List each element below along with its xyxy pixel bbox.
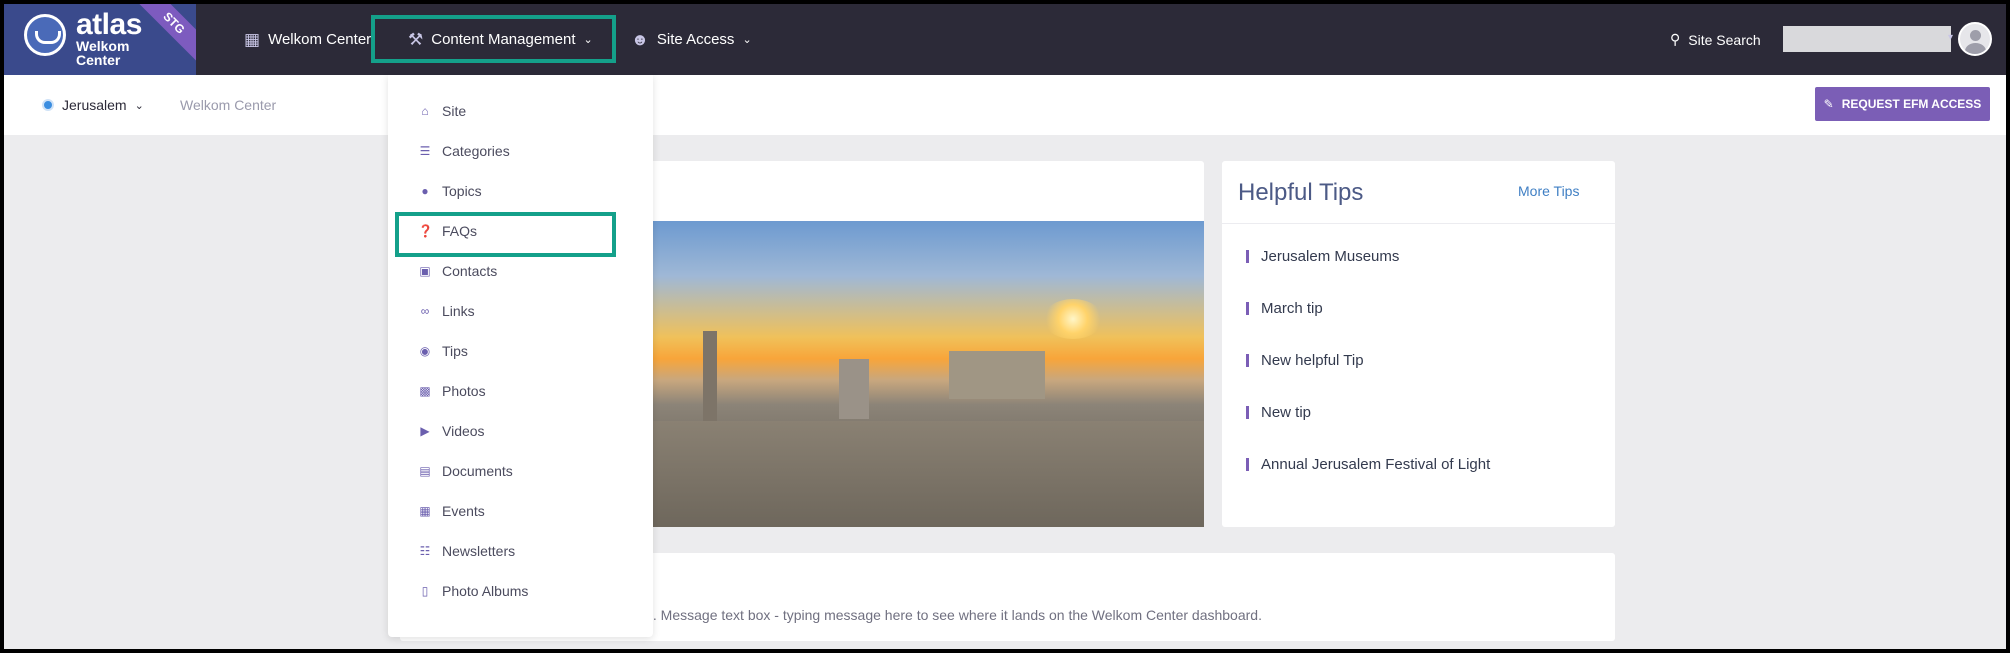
search-icon: ⚲ bbox=[1670, 31, 1681, 47]
content-management-dropdown: ⌂ Site ☰ Categories ● Topics ❓ FAQs ▣ Co… bbox=[388, 75, 653, 637]
newspaper-icon: ☷ bbox=[419, 544, 431, 558]
tip-item[interactable]: New helpful Tip bbox=[1246, 352, 1364, 369]
album-icon: ▯ bbox=[421, 584, 429, 598]
link-icon: ∞ bbox=[420, 304, 430, 318]
menu-item-label: Contacts bbox=[442, 263, 498, 279]
menu-item-videos[interactable]: ▶ Videos bbox=[418, 423, 485, 439]
tip-item[interactable]: Annual Jerusalem Festival of Light bbox=[1246, 456, 1490, 473]
tip-marker bbox=[1246, 406, 1249, 419]
tip-item[interactable]: March tip bbox=[1246, 300, 1323, 317]
menu-item-label: Links bbox=[442, 303, 475, 319]
chevron-down-icon: ⌄ bbox=[742, 34, 752, 46]
chevron-down-icon: ⌄ bbox=[134, 99, 144, 112]
user-menu-caret-icon[interactable]: ▾ bbox=[1948, 32, 1953, 43]
menu-item-label: Site bbox=[442, 103, 467, 119]
list-icon: ☰ bbox=[419, 144, 431, 158]
lightbulb-icon: ◉ bbox=[419, 344, 431, 358]
app-frame: atlas Welkom Center STG ▦ Welkom Center … bbox=[4, 4, 2006, 649]
menu-item-label: Photo Albums bbox=[442, 583, 529, 599]
tip-label: Annual Jerusalem Festival of Light bbox=[1261, 456, 1491, 473]
menu-item-site[interactable]: ⌂ Site bbox=[418, 103, 466, 119]
nav-site-access-label: Site Access bbox=[656, 31, 735, 48]
video-icon: ▶ bbox=[420, 424, 430, 438]
message-text: ld. Message text box - typing message he… bbox=[642, 607, 1262, 623]
sun-glow bbox=[1043, 299, 1103, 339]
nav-welkom-center-label: Welkom Center bbox=[268, 31, 372, 48]
chevron-down-icon: ⌄ bbox=[583, 34, 593, 46]
images-icon: ▩ bbox=[419, 384, 431, 398]
nav-content-management-label: Content Management bbox=[431, 31, 576, 48]
menu-item-label: Categories bbox=[442, 143, 510, 159]
document-icon: ▤ bbox=[419, 464, 431, 478]
people-board-icon: ▦ bbox=[244, 29, 261, 49]
tools-icon: ⚒ bbox=[408, 29, 424, 49]
breadcrumb[interactable]: Welkom Center bbox=[180, 75, 276, 135]
faqs-highlight bbox=[395, 212, 616, 257]
comments-icon: ● bbox=[421, 184, 429, 198]
menu-item-newsletters[interactable]: ☷ Newsletters bbox=[418, 543, 516, 559]
building bbox=[839, 359, 869, 419]
menu-item-photo-albums[interactable]: ▯ Photo Albums bbox=[418, 583, 529, 599]
calendar-icon: ▦ bbox=[419, 504, 431, 518]
sub-nav: Jerusalem ⌄ Welkom Center bbox=[4, 75, 2006, 135]
tip-label: New helpful Tip bbox=[1261, 352, 1364, 369]
location-label: Jerusalem bbox=[62, 97, 127, 113]
menu-item-documents[interactable]: ▤ Documents bbox=[418, 463, 513, 479]
menu-item-label: Photos bbox=[442, 383, 486, 399]
tip-item[interactable]: New tip bbox=[1246, 404, 1311, 421]
menu-item-label: Tips bbox=[442, 343, 468, 359]
home-icon: ⌂ bbox=[421, 104, 429, 118]
avatar[interactable] bbox=[1958, 22, 1992, 56]
nav-content-management[interactable]: ⚒ Content Management ⌄ bbox=[408, 4, 593, 75]
old-city-walls bbox=[653, 421, 1204, 527]
tip-marker bbox=[1246, 354, 1249, 367]
menu-item-label: Videos bbox=[442, 423, 485, 439]
site-search[interactable]: ⚲ Site Search bbox=[1670, 4, 1761, 75]
logo-brand: atlas bbox=[76, 8, 142, 41]
divider bbox=[1222, 223, 1615, 224]
logo[interactable]: atlas Welkom Center STG bbox=[4, 4, 196, 75]
tip-label: March tip bbox=[1261, 300, 1323, 317]
tower bbox=[703, 331, 717, 431]
helpful-tips-card: Helpful Tips More Tips Jerusalem Museums… bbox=[1222, 161, 1615, 527]
helpful-tips-title: Helpful Tips bbox=[1238, 179, 1364, 206]
menu-item-events[interactable]: ▦ Events bbox=[418, 503, 485, 519]
tip-label: New tip bbox=[1261, 404, 1312, 421]
request-efm-access-label: REQUEST EFM ACCESS bbox=[1841, 97, 1982, 111]
tip-marker bbox=[1246, 458, 1249, 471]
tip-item[interactable]: Jerusalem Museums bbox=[1246, 248, 1399, 265]
top-nav: atlas Welkom Center STG ▦ Welkom Center … bbox=[4, 4, 2006, 75]
jerusalem-skyline-image bbox=[653, 221, 1204, 527]
menu-item-label: Topics bbox=[442, 183, 482, 199]
site-search-label: Site Search bbox=[1688, 31, 1761, 48]
nav-welkom-center[interactable]: ▦ Welkom Center bbox=[244, 4, 371, 75]
location-selector[interactable]: Jerusalem ⌄ bbox=[42, 75, 144, 135]
contact-icon: ▣ bbox=[419, 264, 431, 278]
logo-subtitle: Welkom Center bbox=[76, 38, 130, 68]
request-efm-access-button[interactable]: ✎ REQUEST EFM ACCESS bbox=[1815, 87, 1990, 121]
tip-label: Jerusalem Museums bbox=[1261, 248, 1400, 265]
edit-icon: ✎ bbox=[1823, 97, 1834, 111]
menu-item-topics[interactable]: ● Topics bbox=[418, 183, 482, 199]
menu-item-label: Newsletters bbox=[442, 543, 516, 559]
menu-item-contacts[interactable]: ▣ Contacts bbox=[418, 263, 497, 279]
logo-handshake-icon bbox=[24, 14, 66, 56]
menu-item-label: Events bbox=[442, 503, 485, 519]
users-icon: ☻ bbox=[631, 29, 649, 49]
user-name-redacted bbox=[1783, 26, 1951, 52]
menu-item-tips[interactable]: ◉ Tips bbox=[418, 343, 468, 359]
location-dot-icon bbox=[42, 99, 54, 111]
tip-marker bbox=[1246, 250, 1249, 263]
menu-item-links[interactable]: ∞ Links bbox=[418, 303, 475, 319]
menu-item-label: Documents bbox=[442, 463, 513, 479]
menu-item-photos[interactable]: ▩ Photos bbox=[418, 383, 486, 399]
menu-item-categories[interactable]: ☰ Categories bbox=[418, 143, 510, 159]
hotel-building bbox=[949, 351, 1045, 399]
tip-marker bbox=[1246, 302, 1249, 315]
nav-site-access[interactable]: ☻ Site Access ⌄ bbox=[631, 4, 752, 75]
more-tips-link[interactable]: More Tips bbox=[1518, 183, 1579, 199]
